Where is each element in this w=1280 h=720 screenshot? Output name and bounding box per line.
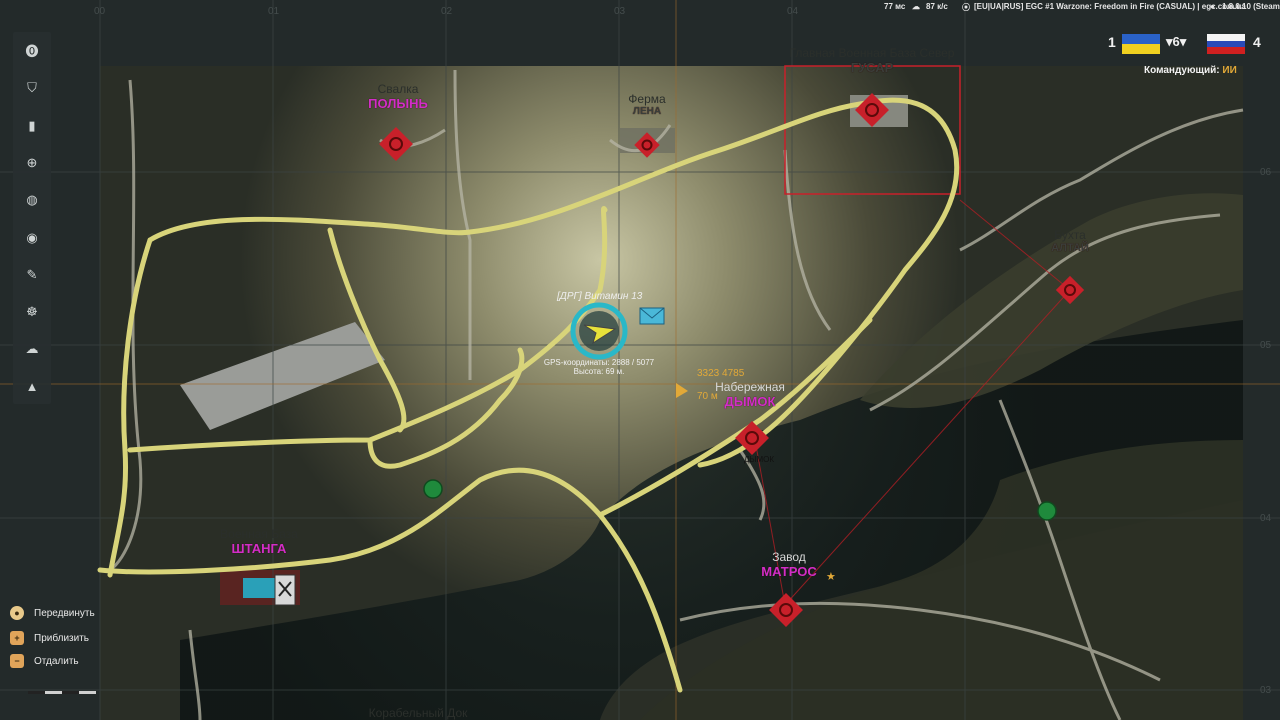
russia-flag-icon (1207, 34, 1245, 54)
map-tools-sidebar: ⓿ ⛉ ▮ ⊕ ◍ ◉ ✎ ☸ ☁ ▲ (13, 32, 51, 404)
location-code: ШТАНГА (231, 541, 287, 556)
alert-icon[interactable]: ⓿ (22, 40, 42, 60)
location-label-dymok: Набережная ДЫМОК (715, 380, 785, 409)
globe-icon[interactable]: ◍ (22, 190, 42, 210)
location-code: ПОЛЫНЬ (368, 96, 428, 111)
legend-zoom-in: + Приблизить (10, 631, 89, 645)
player-marker (570, 302, 628, 360)
legend-move: ● Передвинуть (10, 606, 95, 620)
player-gps: GPS-координаты: 2888 / 5077 Высота: 69 м… (543, 358, 655, 376)
location-label-altai: Бухта АЛТАЙ (1051, 228, 1089, 254)
shield-icon[interactable]: ⛉ (22, 78, 42, 98)
location-name: Военная База (220, 527, 298, 541)
legend-zoom-out: − Отдалить (10, 654, 79, 668)
location-code: ДЫМОК (724, 394, 776, 409)
location-code: АЛТАЙ (1051, 242, 1089, 254)
minus-key-icon: − (10, 654, 24, 668)
marker-icon[interactable]: ◉ (22, 228, 42, 248)
steam-icon: ● (1210, 2, 1215, 11)
location-code: ГУСАР (850, 60, 894, 75)
location-label-dock: Корабельный Док (369, 706, 468, 720)
version-text: 1.8.0.10 (Steam) (1222, 2, 1280, 11)
server-name: [EU|UA|RUS] EGC #1 Warzone: Freedom in F… (974, 2, 1246, 11)
ping-text: 77 мс (884, 2, 906, 11)
arrow-up-icon[interactable]: ▲ (22, 376, 42, 396)
ukraine-flag-icon (1122, 34, 1160, 54)
pencil-icon[interactable]: ✎ (22, 265, 42, 285)
grid-row-label: 05 (1260, 340, 1272, 351)
plus-key-icon: + (10, 631, 24, 645)
location-name: Ферма (628, 92, 666, 106)
location-label-shtanga: Военная База ШТАНГА (220, 527, 298, 556)
location-label-gusar: Главная Военная База Север ГУСАР (790, 46, 955, 75)
grid-col-label: 00 (94, 6, 106, 17)
compass-icon[interactable]: ⊕ (22, 153, 42, 173)
message-marker (639, 307, 665, 325)
grid-row-label: 03 (1260, 685, 1272, 696)
location-name: Бухта (1054, 228, 1086, 242)
grid-row-label: 04 (1260, 513, 1272, 524)
top-status-bar: 77 мс ☁ 87 к/с ⦿ [EU|UA|RUS] EGC #1 Warz… (0, 0, 1280, 14)
grid-row-label: 06 (1260, 167, 1272, 178)
waypoint-coords: 3323 4785 (697, 368, 745, 379)
speed-icon: ☁ (912, 2, 920, 11)
location-label-polyn: Свалка ПОЛЫНЬ (368, 82, 428, 111)
team2-score: 4 (1253, 34, 1261, 50)
scale-bar (28, 691, 96, 694)
location-name: Свалка (377, 82, 419, 96)
squad-icon[interactable]: ☸ (22, 302, 42, 322)
waypoint-distance: 70 м (697, 391, 718, 402)
center-score: ▾6▾ (1166, 34, 1187, 49)
location-name: Завод (772, 550, 806, 564)
cloud-icon[interactable]: ☁ (22, 339, 42, 359)
player-name-label: [ДРГ] Витамин 13 (557, 291, 643, 302)
team1-score: 1 (1108, 34, 1116, 50)
commander-label: Командующий: ИИ (1144, 65, 1237, 76)
grid-col-label: 01 (268, 6, 280, 17)
grid-col-label: 02 (441, 6, 453, 17)
base-cross-marker (274, 574, 296, 606)
location-name: Корабельный Док (368, 706, 468, 720)
location-name: Главная Военная База Север (789, 46, 955, 60)
location-name: Набережная (715, 380, 785, 394)
bar-icon[interactable]: ▮ (22, 116, 42, 136)
checkpoint-marker (423, 479, 443, 499)
base-flag-marker (243, 578, 275, 598)
location-label-lena: Ферма ЛЕНА (628, 92, 665, 117)
checkpoint-marker (1037, 501, 1057, 521)
mouse-icon: ● (10, 606, 24, 620)
server-icon: ⦿ (962, 3, 970, 12)
grid-col-label: 03 (614, 6, 626, 17)
marker-tag: ДЫМОК (744, 455, 775, 464)
grid-col-label: 04 (787, 6, 799, 17)
location-code: МАТРОС (761, 564, 817, 579)
location-label-matros: Завод МАТРОС (761, 550, 817, 579)
location-code: ЛЕНА (632, 106, 662, 117)
speed-text: 87 к/с (926, 2, 948, 11)
svg-text:★: ★ (826, 570, 836, 583)
